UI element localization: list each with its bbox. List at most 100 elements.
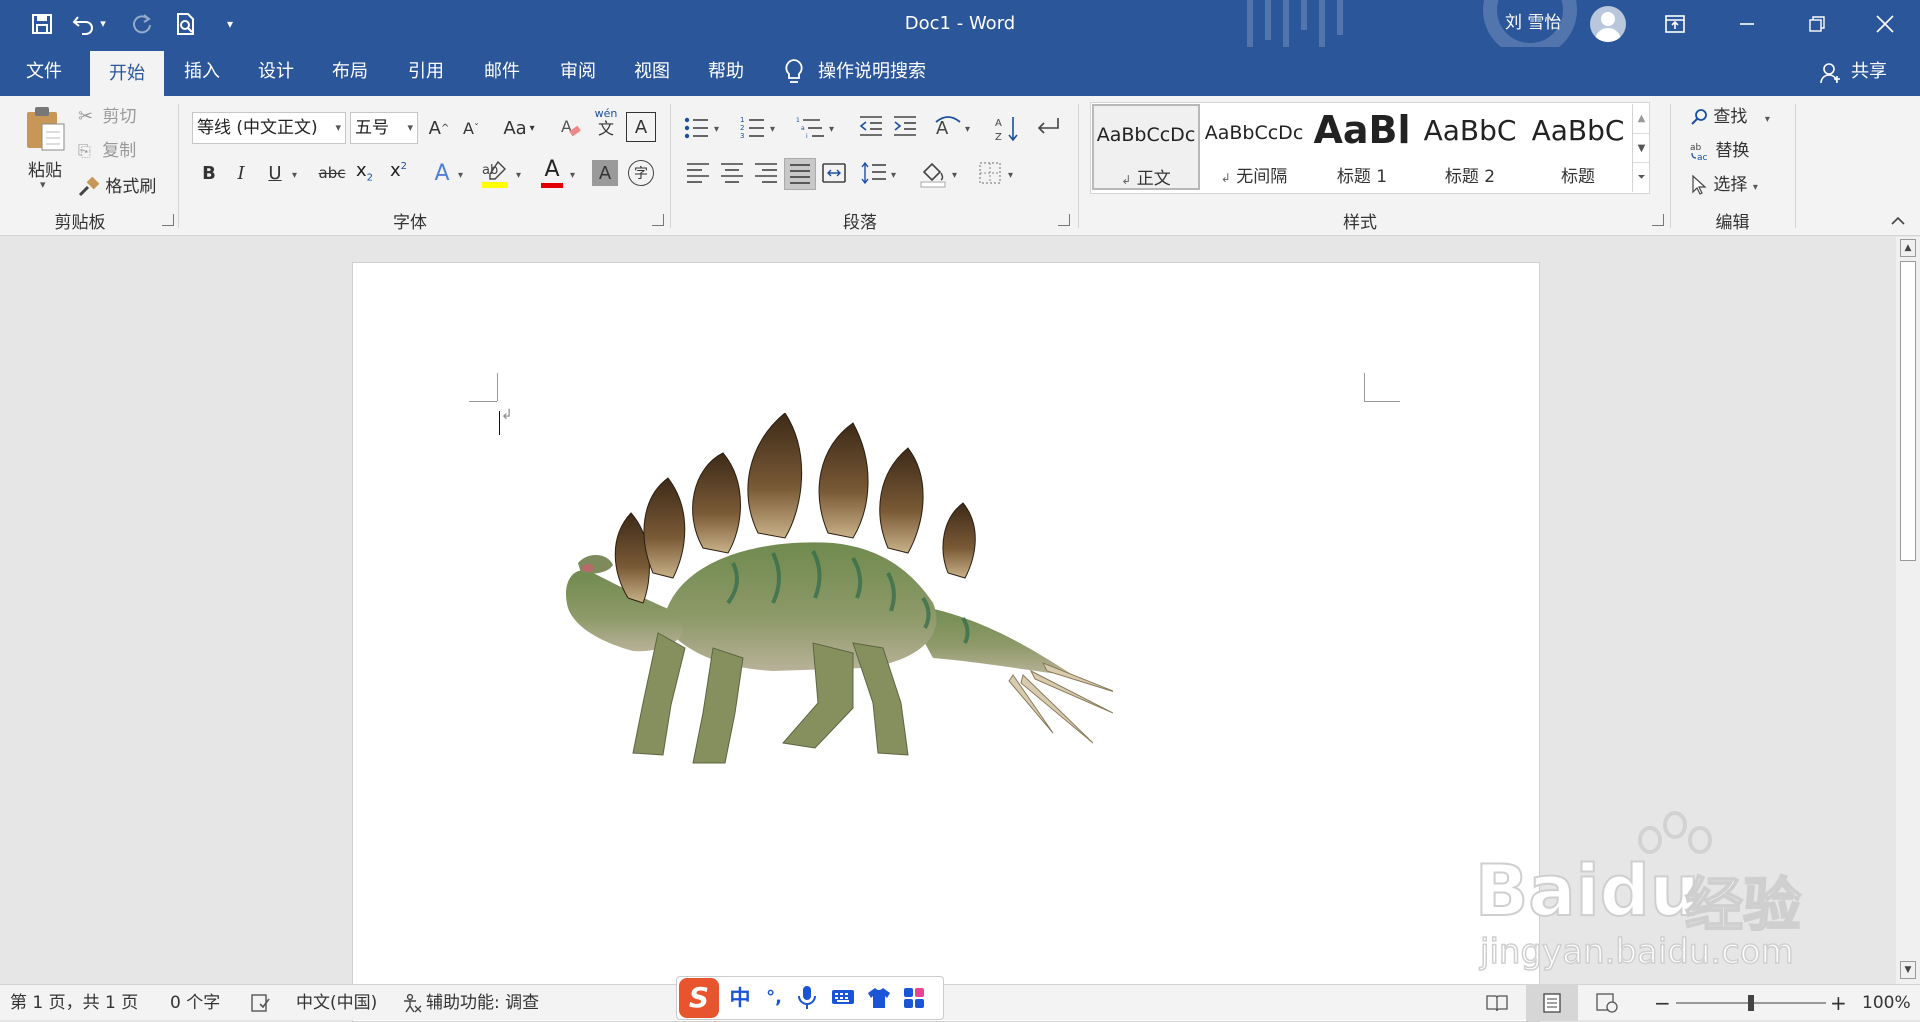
asian-layout-icon[interactable]: A ▾: [934, 114, 978, 142]
document-page[interactable]: ↲: [352, 262, 1540, 1022]
phonetic-guide-button[interactable]: wén 文: [590, 108, 622, 144]
print-layout-icon[interactable]: [1526, 985, 1578, 1021]
accessibility-status[interactable]: 辅助功能: 调查: [426, 985, 539, 1021]
tab-layout[interactable]: 布局: [314, 47, 386, 96]
font-color-icon[interactable]: A: [538, 158, 566, 190]
user-name[interactable]: 刘 雪怡: [1505, 0, 1561, 47]
avatar[interactable]: [1590, 6, 1626, 42]
zoom-slider-thumb[interactable]: [1748, 995, 1754, 1011]
tab-references[interactable]: 引用: [390, 47, 462, 96]
close-icon[interactable]: [1850, 0, 1920, 47]
strikethrough-button[interactable]: abc: [314, 158, 350, 188]
vertical-scrollbar[interactable]: ▲ ▼: [1896, 237, 1920, 984]
paragraph-launcher-icon[interactable]: [1058, 214, 1070, 226]
toolbox-grid-icon[interactable]: [903, 987, 929, 1011]
zoom-in-button[interactable]: +: [1830, 985, 1847, 1021]
character-border-icon[interactable]: A: [626, 112, 656, 142]
bold-button[interactable]: B: [196, 158, 222, 188]
styles-launcher-icon[interactable]: [1652, 214, 1664, 226]
clear-formatting-icon[interactable]: A: [556, 112, 586, 144]
style-no-spacing[interactable]: AaBbCcDc ↲ 无间隔: [1200, 104, 1308, 190]
copy-button[interactable]: ⎘ 复制: [78, 138, 136, 164]
scroll-up-icon[interactable]: ▲: [1900, 239, 1916, 257]
tab-review[interactable]: 审阅: [542, 47, 614, 96]
restore-icon[interactable]: [1782, 0, 1852, 47]
chevron-down-icon[interactable]: ▾: [570, 170, 575, 181]
web-layout-icon[interactable]: [1590, 985, 1624, 1021]
tab-insert[interactable]: 插入: [166, 47, 238, 96]
tab-file[interactable]: 文件: [8, 47, 80, 96]
zoom-out-button[interactable]: −: [1654, 985, 1671, 1021]
scroll-thumb[interactable]: [1900, 261, 1916, 561]
text-effects-icon[interactable]: A: [428, 158, 456, 188]
microphone-icon[interactable]: [797, 985, 819, 1013]
language-status[interactable]: 中文(中国): [296, 985, 377, 1021]
select-button[interactable]: 选择 ▾: [1690, 172, 1758, 198]
font-size-combo[interactable]: 五号 ▾: [350, 112, 418, 144]
cut-button[interactable]: ✂ 剪切: [78, 104, 137, 130]
tab-help[interactable]: 帮助: [690, 47, 762, 96]
style-heading-2[interactable]: AaBbC 标题 2: [1416, 104, 1524, 190]
sogou-logo-icon[interactable]: S: [679, 978, 719, 1018]
ime-punctuation[interactable]: °,: [761, 983, 787, 1013]
keyboard-icon[interactable]: [831, 987, 857, 1011]
borders-icon[interactable]: ▾: [978, 160, 1022, 188]
tab-home[interactable]: 开始: [90, 51, 164, 96]
scroll-down-icon[interactable]: ▼: [1900, 961, 1916, 979]
increase-indent-icon[interactable]: [892, 114, 920, 142]
character-shading-icon[interactable]: A: [592, 160, 618, 186]
undo-dropdown-icon[interactable]: ▾: [92, 0, 114, 47]
tab-view[interactable]: 视图: [616, 47, 688, 96]
paste-dropdown-icon[interactable]: ▾: [40, 178, 46, 191]
paste-button[interactable]: 粘贴 ▾: [22, 104, 68, 194]
underline-button[interactable]: U: [262, 158, 288, 188]
more-styles-icon[interactable]: ⏷: [1633, 162, 1650, 191]
print-preview-icon[interactable]: [166, 0, 206, 47]
style-normal[interactable]: AaBbCcDc ↲ 正文: [1092, 104, 1200, 190]
enclose-characters-icon[interactable]: 字: [628, 160, 654, 186]
decrease-indent-icon[interactable]: [858, 114, 886, 142]
numbering-icon[interactable]: 1 2 3 ▾: [740, 114, 780, 142]
ribbon-display-icon[interactable]: [1640, 0, 1710, 47]
stegosaurus-image[interactable]: [553, 413, 1113, 813]
style-title[interactable]: AaBbC 标题: [1524, 104, 1632, 190]
ime-chinese-mode[interactable]: 中: [727, 983, 753, 1013]
font-launcher-icon[interactable]: [652, 214, 664, 226]
subscript-button[interactable]: x2: [356, 160, 382, 190]
change-case-button[interactable]: Aa ▾: [494, 112, 544, 144]
scroll-down-icon[interactable]: ▼: [1633, 133, 1650, 162]
minimize-icon[interactable]: [1712, 0, 1782, 47]
bullets-icon[interactable]: ▾: [684, 114, 724, 142]
show-formatting-marks-icon[interactable]: [1034, 114, 1062, 142]
format-painter-button[interactable]: 格式刷: [78, 174, 156, 200]
sort-icon[interactable]: AZ: [994, 114, 1022, 144]
chevron-down-icon[interactable]: ▾: [516, 170, 521, 181]
font-name-combo[interactable]: 等线 (中文正文) ▾: [192, 112, 346, 144]
skin-shirt-icon[interactable]: [867, 987, 893, 1011]
word-count-status[interactable]: 0 个字: [170, 985, 220, 1021]
chevron-down-icon[interactable]: ▾: [458, 170, 463, 181]
tab-mailings[interactable]: 邮件: [466, 47, 538, 96]
distributed-icon[interactable]: [822, 162, 848, 186]
customize-qat-icon[interactable]: ▾: [210, 0, 250, 47]
clipboard-launcher-icon[interactable]: [162, 214, 174, 226]
highlight-color-icon[interactable]: ab: [480, 158, 510, 190]
align-center-icon[interactable]: [720, 162, 746, 186]
read-mode-icon[interactable]: [1480, 985, 1514, 1021]
multilevel-list-icon[interactable]: 1 a i ▾: [796, 114, 840, 142]
grow-font-icon[interactable]: A ^: [424, 112, 454, 144]
redo-icon[interactable]: [122, 0, 162, 47]
align-left-icon[interactable]: [686, 162, 712, 186]
italic-button[interactable]: I: [228, 158, 254, 188]
style-heading-1[interactable]: AaBl 标题 1: [1308, 104, 1416, 190]
accessibility-icon[interactable]: [400, 985, 424, 1021]
save-icon[interactable]: [22, 0, 62, 47]
share-button[interactable]: 共享: [1844, 47, 1894, 96]
proofing-icon[interactable]: [244, 985, 278, 1021]
line-spacing-icon[interactable]: ▾: [860, 160, 904, 188]
replace-button[interactable]: ab ac 替换: [1690, 138, 1749, 164]
collapse-ribbon-icon[interactable]: [1890, 214, 1906, 230]
zoom-level[interactable]: 100%: [1862, 985, 1911, 1021]
page-count-status[interactable]: 第 1 页，共 1 页: [10, 985, 138, 1021]
tab-design[interactable]: 设计: [240, 47, 312, 96]
